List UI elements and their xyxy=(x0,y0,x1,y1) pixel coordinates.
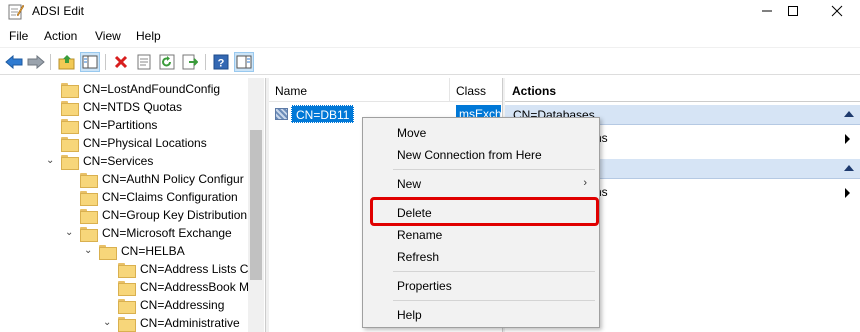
export-list-icon[interactable] xyxy=(180,52,200,72)
menu-help[interactable]: Help xyxy=(136,29,161,43)
tree-pane[interactable]: CN=LostAndFoundConfig CN=NTDS Quotas CN=… xyxy=(0,78,265,332)
folder-icon xyxy=(61,136,79,152)
menu-view[interactable]: View xyxy=(95,29,121,43)
chevron-right-icon xyxy=(845,188,850,198)
title-bar: ADSI Edit xyxy=(0,0,860,24)
toolbar: ? xyxy=(0,47,860,75)
folder-icon xyxy=(80,226,98,242)
tree-node[interactable]: CN=Microsoft Exchange xyxy=(80,224,232,242)
list-item-name: CN=DB11 xyxy=(291,105,355,123)
scrollbar-thumb[interactable] xyxy=(250,130,262,280)
delete-icon[interactable] xyxy=(111,52,131,72)
tree-node[interactable]: CN=AddressBook M xyxy=(118,278,249,296)
folder-icon xyxy=(80,190,98,206)
submenu-arrow-icon: › xyxy=(583,177,587,189)
chevron-down-icon[interactable]: ⌄ xyxy=(46,155,54,166)
refresh-icon[interactable] xyxy=(157,52,177,72)
back-icon[interactable] xyxy=(4,52,24,72)
show-hide-tree-icon[interactable] xyxy=(80,52,100,72)
column-header-class[interactable]: Class xyxy=(456,84,486,98)
actions-title: Actions xyxy=(505,78,860,102)
tree-node[interactable]: CN=Physical Locations xyxy=(61,134,207,152)
menu-bar: File Action View Help xyxy=(0,25,860,47)
tree-node[interactable]: CN=AuthN Policy Configur xyxy=(80,170,244,188)
list-header: Name Class xyxy=(269,78,502,102)
folder-icon xyxy=(61,82,79,98)
folder-icon xyxy=(118,280,136,296)
tree-node[interactable]: CN=LostAndFoundConfig xyxy=(61,80,220,98)
maximize-button[interactable] xyxy=(770,0,816,22)
column-header-name[interactable]: Name xyxy=(275,84,307,98)
svg-text:?: ? xyxy=(218,58,225,70)
adsi-edit-app-icon xyxy=(8,3,25,20)
menu-file[interactable]: File xyxy=(9,29,28,43)
tree-node[interactable]: CN=Address Lists Co xyxy=(118,260,255,278)
collapse-up-icon xyxy=(844,111,854,117)
folder-icon xyxy=(118,262,136,278)
context-menu-move[interactable]: Move xyxy=(363,122,599,144)
chevron-right-icon xyxy=(845,134,850,144)
chevron-down-icon[interactable]: ⌄ xyxy=(84,245,92,256)
folder-icon xyxy=(61,154,79,170)
collapse-up-icon xyxy=(844,165,854,171)
tree-node[interactable]: CN=Partitions xyxy=(61,116,157,134)
tree-node[interactable]: CN=Group Key Distribution xyxy=(80,206,247,224)
context-menu-new-connection[interactable]: New Connection from Here xyxy=(363,144,599,166)
window-title: ADSI Edit xyxy=(32,4,85,18)
context-menu-new[interactable]: New › xyxy=(363,173,599,195)
folder-icon xyxy=(118,316,136,332)
tree-scrollbar[interactable] xyxy=(248,78,264,332)
close-button[interactable] xyxy=(814,0,860,22)
context-menu-help[interactable]: Help xyxy=(363,304,599,326)
tree-node[interactable]: CN=Administrative xyxy=(118,314,240,332)
chevron-down-icon[interactable]: ⌄ xyxy=(103,317,111,328)
delete-highlight-annotation xyxy=(370,197,599,226)
folder-icon xyxy=(118,298,136,314)
folder-icon xyxy=(99,244,117,260)
tree-node[interactable]: CN=Services xyxy=(61,152,153,170)
forward-icon[interactable] xyxy=(26,52,46,72)
menu-action[interactable]: Action xyxy=(44,29,77,43)
folder-icon xyxy=(80,208,98,224)
context-menu-rename[interactable]: Rename xyxy=(363,224,599,246)
database-object-icon xyxy=(275,108,288,120)
help-icon[interactable]: ? xyxy=(211,52,231,72)
tree-node[interactable]: CN=Addressing xyxy=(118,296,224,314)
folder-icon xyxy=(61,118,79,134)
folder-icon xyxy=(80,172,98,188)
tree-node[interactable]: CN=Claims Configuration xyxy=(80,188,238,206)
up-folder-icon[interactable] xyxy=(57,52,77,72)
chevron-down-icon[interactable]: ⌄ xyxy=(65,227,73,238)
context-menu-refresh[interactable]: Refresh xyxy=(363,246,599,268)
tree-node[interactable]: CN=HELBA xyxy=(99,242,185,260)
show-hide-action-pane-icon[interactable] xyxy=(234,52,254,72)
folder-icon xyxy=(61,100,79,116)
tree-node[interactable]: CN=NTDS Quotas xyxy=(61,98,182,116)
context-menu-properties[interactable]: Properties xyxy=(363,275,599,297)
properties-icon[interactable] xyxy=(134,52,154,72)
